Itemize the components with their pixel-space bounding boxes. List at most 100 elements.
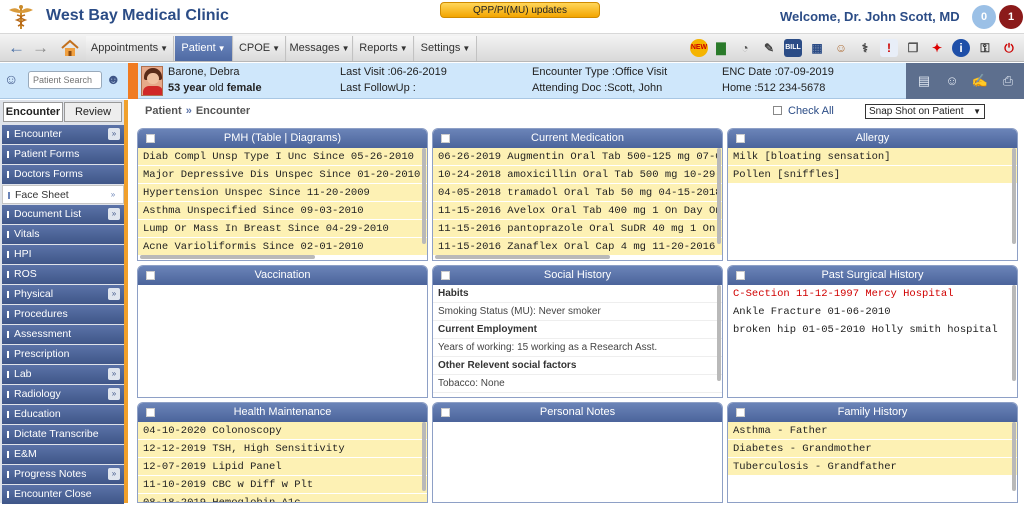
sidebar-item-education[interactable]: Education (2, 405, 124, 424)
list-item[interactable]: 10-24-2018 amoxicillin Oral Tab 500 mg 1… (433, 166, 722, 184)
doctor-icon[interactable]: ☺ (942, 72, 962, 90)
info-icon[interactable]: i (952, 39, 970, 57)
panel-checkbox[interactable] (441, 134, 450, 143)
lock-icon[interactable]: ⚿ (976, 39, 994, 57)
sidebar-item-encounter-close[interactable]: Encounter Close (2, 485, 124, 504)
alert-document-icon[interactable]: ! (880, 39, 898, 57)
expand-arrow-icon[interactable]: » (108, 368, 120, 380)
menu-patient[interactable]: Patient ▼ (175, 36, 233, 61)
panel-checkbox[interactable] (146, 134, 155, 143)
list-item[interactable]: 11-10-2019 CBC w Diff w Plt (138, 476, 427, 494)
sidebar-item-physical[interactable]: Physical » (2, 285, 124, 304)
menu-appointments[interactable]: Appointments ▼ (86, 36, 174, 61)
list-item[interactable]: Pollen [sniffles] (728, 166, 1017, 184)
vertical-scrollbar[interactable] (717, 285, 721, 381)
list-item[interactable]: 11-15-2016 Zanaflex Oral Cap 4 mg 11-20-… (433, 238, 722, 256)
panel-checkbox[interactable] (736, 134, 745, 143)
sidebar-item-radiology[interactable]: Radiology » (2, 385, 124, 404)
vertical-scrollbar[interactable] (1012, 285, 1016, 381)
sidebar-item-face-sheet[interactable]: Face Sheet » (2, 185, 124, 204)
new-badge-icon[interactable]: NEW (690, 39, 708, 57)
panel-checkbox[interactable] (441, 408, 450, 417)
power-icon[interactable]: ⏻ (1000, 39, 1018, 57)
sidebar-item-vitals[interactable]: Vitals (2, 225, 124, 244)
list-item[interactable]: 08-18-2019 Hemoglobin A1c (138, 494, 427, 502)
vertical-scrollbar[interactable] (1012, 422, 1016, 491)
tab-review[interactable]: Review (64, 102, 122, 122)
sidebar-item-e-m[interactable]: E&M (2, 445, 124, 464)
panel-header[interactable]: Health Maintenance (138, 403, 427, 422)
user-icon[interactable]: ☺ (832, 39, 850, 57)
dashboard-gauge-icon[interactable]: ◔ (736, 39, 754, 57)
sidebar-item-patient-forms[interactable]: Patient Forms (2, 145, 124, 164)
computer-icon[interactable]: ▤ (914, 72, 934, 90)
sidebar-item-lab[interactable]: Lab » (2, 365, 124, 384)
calendar-clock-icon[interactable]: ▦ (808, 39, 826, 57)
panel-checkbox[interactable] (146, 271, 155, 280)
panel-header[interactable]: Personal Notes (433, 403, 722, 422)
documents-icon[interactable]: ❐ (904, 39, 922, 57)
list-item[interactable]: Lump Or Mass In Breast Since 04-29-2010 (138, 220, 427, 238)
back-arrow-icon[interactable]: ← (8, 39, 25, 57)
panel-checkbox[interactable] (146, 408, 155, 417)
list-item[interactable]: 04-10-2020 Colonoscopy (138, 422, 427, 440)
menu-reports[interactable]: Reports ▼ (354, 36, 414, 61)
check-all[interactable]: Check All (773, 105, 834, 117)
check-all-checkbox[interactable] (773, 106, 782, 115)
fullscreen-icon[interactable]: ✦ (928, 39, 946, 57)
sidebar-item-document-list[interactable]: Document List » (2, 205, 124, 224)
home-icon[interactable] (60, 39, 80, 57)
breadcrumb-patient[interactable]: Patient (145, 105, 182, 117)
patient-chart-icon[interactable]: ✍ (970, 72, 990, 90)
panel-checkbox[interactable] (736, 408, 745, 417)
sidebar-item-encounter[interactable]: Encounter » (2, 125, 124, 144)
panel-header[interactable]: Allergy (728, 129, 1017, 148)
panel-header[interactable]: Vaccination (138, 266, 427, 285)
panel-checkbox[interactable] (736, 271, 745, 280)
tab-encounter[interactable]: Encounter (3, 102, 63, 122)
panel-header[interactable]: Social History (433, 266, 722, 285)
print-icon[interactable]: ⎙ (998, 72, 1018, 90)
expand-arrow-icon[interactable]: » (108, 388, 120, 400)
list-item[interactable]: Asthma Unspecified Since 09-03-2010 (138, 202, 427, 220)
snapshot-select[interactable]: Snap Shot on Patient ▼ (865, 104, 985, 119)
list-item[interactable]: Asthma - Father (728, 422, 1017, 440)
sidebar-item-dictate-transcribe[interactable]: Dictate Transcribe (2, 425, 124, 444)
sidebar-item-ros[interactable]: ROS (2, 265, 124, 284)
list-item[interactable]: 04-05-2018 tramadol Oral Tab 50 mg 04-15… (433, 184, 722, 202)
expand-arrow-icon[interactable]: » (108, 288, 120, 300)
list-item[interactable]: Acne Varioliformis Since 02-01-2010 (138, 238, 427, 256)
panel-header[interactable]: Past Surgical History (728, 266, 1017, 285)
menu-settings[interactable]: Settings ▼ (415, 36, 477, 61)
menu-messages[interactable]: Messages ▼ (287, 36, 353, 61)
edit-note-icon[interactable]: ✎ (760, 39, 778, 57)
stethoscope-icon[interactable]: ⚕ (856, 39, 874, 57)
horizontal-scrollbar[interactable] (435, 255, 610, 259)
list-item[interactable]: Ankle Fracture 01-06-2010 (728, 303, 1017, 321)
list-item[interactable]: Major Depressive Dis Unspec Since 01-20-… (138, 166, 427, 184)
patient-search-input[interactable] (28, 71, 102, 89)
list-item[interactable]: Diab Compl Unsp Type I Unc Since 05-26-2… (138, 148, 427, 166)
list-item[interactable]: broken hip 01-05-2010 Holly smith hospit… (728, 321, 1017, 339)
vertical-scrollbar[interactable] (422, 422, 426, 491)
notification-badge-blue[interactable]: 0 (972, 5, 996, 29)
forward-arrow-icon[interactable]: → (32, 39, 49, 57)
list-item[interactable]: 12-12-2019 TSH, High Sensitivity (138, 440, 427, 458)
list-item[interactable]: 11-15-2016 pantoprazole Oral SuDR 40 mg … (433, 220, 722, 238)
list-item[interactable]: Tuberculosis - Grandfather (728, 458, 1017, 476)
vertical-scrollbar[interactable] (1012, 148, 1016, 244)
list-item[interactable]: Diabetes - Grandmother (728, 440, 1017, 458)
vertical-scrollbar[interactable] (422, 148, 426, 244)
list-item[interactable]: 11-15-2016 Avelox Oral Tab 400 mg 1 On D… (433, 202, 722, 220)
menu-cpoe[interactable]: CPOE ▼ (234, 36, 286, 61)
panel-header[interactable]: Family History (728, 403, 1017, 422)
sidebar-item-prescription[interactable]: Prescription (2, 345, 124, 364)
sidebar-item-doctors-forms[interactable]: Doctors Forms (2, 165, 124, 184)
vertical-scrollbar[interactable] (717, 148, 721, 244)
list-item[interactable]: C-Section 11-12-1997 Mercy Hospital (728, 285, 1017, 303)
expand-arrow-icon[interactable]: » (108, 208, 120, 220)
expand-arrow-icon[interactable]: » (108, 468, 120, 480)
bar-chart-icon[interactable]: ▇ (712, 39, 730, 57)
sidebar-item-progress-notes[interactable]: Progress Notes » (2, 465, 124, 484)
patient-group-icon[interactable]: ☻ (106, 71, 121, 87)
